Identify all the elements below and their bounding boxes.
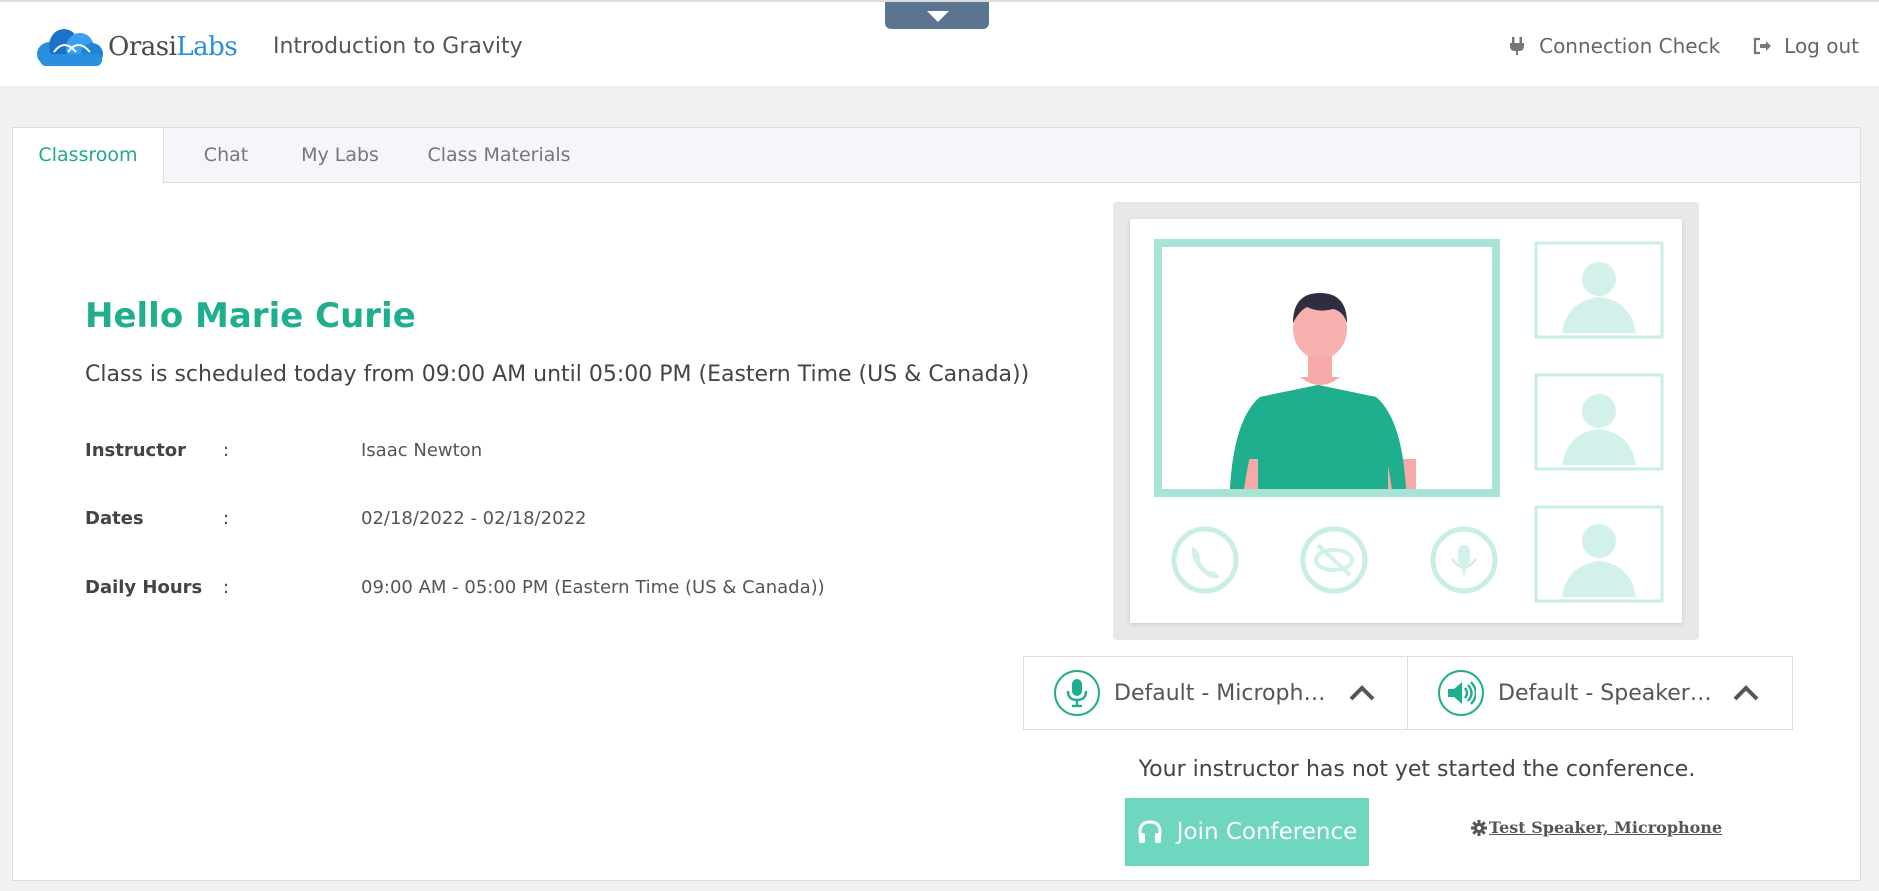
dates-value: 02/18/2022 - 02/18/2022 bbox=[361, 508, 587, 529]
connection-check-label: Connection Check bbox=[1539, 34, 1721, 58]
schedule-text: Class is scheduled today from 09:00 AM u… bbox=[85, 362, 1030, 387]
test-speaker-microphone-label: Test Speaker, Microphone bbox=[1489, 818, 1723, 837]
daily-hours-value: 09:00 AM - 05:00 PM (Eastern Time (US & … bbox=[361, 577, 825, 598]
speaker-icon bbox=[1438, 670, 1484, 716]
conference-graphic bbox=[1154, 239, 1664, 603]
connection-check-link[interactable]: Connection Check bbox=[1507, 34, 1720, 58]
cloud-logo-icon bbox=[37, 29, 103, 66]
microphone-select[interactable]: Default - Microphone bbox=[1023, 656, 1409, 730]
chevron-up-icon bbox=[1349, 685, 1375, 701]
tab-bar: Classroom Chat My Labs Class Materials bbox=[13, 128, 1860, 183]
join-conference-label: Join Conference bbox=[1176, 819, 1358, 845]
dates-label: Dates bbox=[85, 508, 144, 529]
speaker-select-value: Default - Speakers/Headphones bbox=[1498, 680, 1714, 706]
greeting-heading: Hello Marie Curie bbox=[85, 296, 416, 336]
daily-hours-label: Daily Hours bbox=[85, 577, 203, 598]
course-title: Introduction to Gravity bbox=[273, 34, 523, 59]
tab-class-materials[interactable]: Class Materials bbox=[415, 128, 583, 182]
instructor-separator: : bbox=[223, 440, 230, 461]
gear-icon bbox=[1471, 819, 1487, 836]
instructor-value: Isaac Newton bbox=[361, 440, 483, 461]
join-conference-button[interactable]: Join Conference bbox=[1125, 798, 1369, 866]
test-speaker-microphone-link[interactable]: Test Speaker, Microphone bbox=[1471, 818, 1722, 837]
microphone-select-value: Default - Microphone bbox=[1114, 680, 1330, 706]
orasilabs-logo[interactable]: OrasiLabs bbox=[34, 24, 238, 70]
daily-hours-separator: : bbox=[223, 577, 230, 598]
toolbar-toggle-tab[interactable] bbox=[885, 2, 989, 29]
logout-label: Log out bbox=[1784, 34, 1859, 58]
microphone-icon bbox=[1054, 670, 1100, 716]
caret-down-icon bbox=[927, 11, 949, 22]
logo-text-orasi: Orasi bbox=[108, 32, 177, 62]
logo-text-labs: Labs bbox=[176, 32, 238, 62]
top-nav: Connection Check Log out bbox=[1507, 34, 1859, 58]
conference-status-text: Your instructor has not yet started the … bbox=[1138, 757, 1696, 782]
plug-icon bbox=[1510, 37, 1525, 55]
tab-my-labs[interactable]: My Labs bbox=[285, 128, 395, 182]
chevron-up-icon bbox=[1733, 685, 1759, 701]
headphones-icon bbox=[1138, 820, 1162, 843]
tab-chat[interactable]: Chat bbox=[181, 128, 271, 182]
tab-classroom[interactable]: Classroom bbox=[13, 128, 164, 183]
instructor-label: Instructor bbox=[85, 440, 187, 461]
sign-out-icon bbox=[1754, 37, 1772, 55]
logout-link[interactable]: Log out bbox=[1752, 34, 1859, 58]
dates-separator: : bbox=[223, 508, 230, 529]
speaker-select[interactable]: Default - Speakers/Headphones bbox=[1407, 656, 1793, 730]
video-conference-illustration bbox=[1113, 202, 1699, 640]
classroom-card: Classroom Chat My Labs Class Materials H… bbox=[12, 127, 1861, 881]
